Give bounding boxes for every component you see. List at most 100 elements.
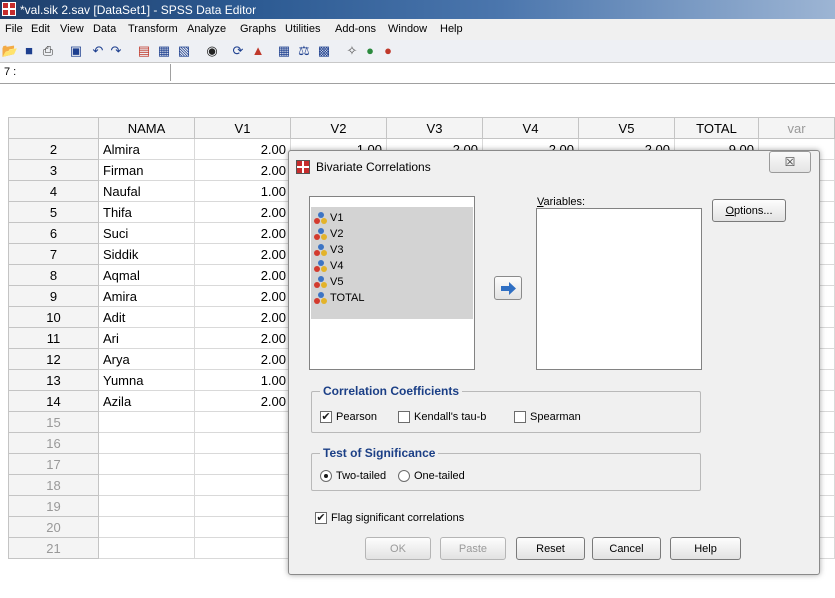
- row-number[interactable]: 15: [8, 411, 99, 433]
- row-number[interactable]: 5: [8, 201, 99, 223]
- undo-icon[interactable]: ↶: [90, 43, 106, 58]
- two-tailed-radio[interactable]: Two-tailed: [320, 470, 386, 482]
- list-item[interactable]: V3: [314, 242, 343, 258]
- menu-edit[interactable]: Edit: [31, 23, 50, 35]
- data-cell[interactable]: [194, 516, 291, 538]
- menu-file[interactable]: File: [5, 23, 23, 35]
- row-number[interactable]: 21: [8, 537, 99, 559]
- corner-cell[interactable]: [8, 117, 99, 139]
- menu-graphs[interactable]: Graphs: [240, 23, 276, 35]
- paste-button[interactable]: Paste: [440, 537, 506, 560]
- data-cell[interactable]: Adit: [98, 306, 195, 328]
- row-number[interactable]: 9: [8, 285, 99, 307]
- data-cell[interactable]: [194, 495, 291, 517]
- data-cell[interactable]: [98, 516, 195, 538]
- menu-view[interactable]: View: [60, 23, 84, 35]
- data-cell[interactable]: Azila: [98, 390, 195, 412]
- weight-cases-icon[interactable]: ⚖: [296, 43, 312, 58]
- list-item[interactable]: V1: [314, 210, 343, 226]
- find-icon[interactable]: ◉: [204, 43, 220, 58]
- data-cell[interactable]: [194, 432, 291, 454]
- insert-cases-icon[interactable]: ⟳: [230, 43, 246, 58]
- column-header[interactable]: V3: [386, 117, 483, 139]
- select-cases-icon[interactable]: ▩: [316, 43, 332, 58]
- menu-transform[interactable]: Transform: [128, 23, 178, 35]
- data-cell[interactable]: Amira: [98, 285, 195, 307]
- reset-button[interactable]: Reset: [516, 537, 585, 560]
- row-number[interactable]: 11: [8, 327, 99, 349]
- menu-help[interactable]: Help: [440, 23, 463, 35]
- row-number[interactable]: 10: [8, 306, 99, 328]
- row-number[interactable]: 13: [8, 369, 99, 391]
- row-number[interactable]: 2: [8, 138, 99, 160]
- data-cell[interactable]: [194, 411, 291, 433]
- pearson-checkbox[interactable]: ✔ Pearson: [320, 411, 377, 423]
- open-folder-icon[interactable]: 📂: [2, 43, 18, 58]
- row-number[interactable]: 14: [8, 390, 99, 412]
- data-cell[interactable]: 2.00: [194, 285, 291, 307]
- data-cell[interactable]: [98, 453, 195, 475]
- variables-icon[interactable]: ▧: [176, 43, 192, 58]
- data-cell[interactable]: [98, 495, 195, 517]
- data-cell[interactable]: [98, 474, 195, 496]
- data-cell[interactable]: Almira: [98, 138, 195, 160]
- row-number[interactable]: 12: [8, 348, 99, 370]
- row-number[interactable]: 8: [8, 264, 99, 286]
- split-file-icon[interactable]: ▦: [276, 43, 292, 58]
- data-cell[interactable]: Arya: [98, 348, 195, 370]
- dialog-recall-icon[interactable]: ▣: [68, 43, 84, 58]
- data-cell[interactable]: [98, 411, 195, 433]
- options-button[interactable]: Options...: [712, 199, 786, 222]
- use-sets-icon[interactable]: ●: [362, 43, 378, 58]
- list-item[interactable]: V5: [314, 274, 343, 290]
- data-cell[interactable]: 2.00: [194, 243, 291, 265]
- list-item[interactable]: V2: [314, 226, 343, 242]
- column-header[interactable]: V2: [290, 117, 387, 139]
- column-header[interactable]: NAMA: [98, 117, 195, 139]
- data-cell[interactable]: 2.00: [194, 159, 291, 181]
- data-cell[interactable]: Thifa: [98, 201, 195, 223]
- list-item[interactable]: V4: [314, 258, 343, 274]
- one-tailed-radio-button[interactable]: [398, 470, 410, 482]
- cancel-button[interactable]: Cancel: [592, 537, 661, 560]
- cell-editor-field[interactable]: [170, 64, 835, 81]
- save-icon[interactable]: ■: [21, 43, 37, 58]
- data-cell[interactable]: [98, 432, 195, 454]
- flag-significant-checkbox[interactable]: ✔ Flag significant correlations: [315, 512, 464, 524]
- column-header[interactable]: var: [758, 117, 835, 139]
- menu-add-ons[interactable]: Add-ons: [335, 23, 376, 35]
- row-number[interactable]: 20: [8, 516, 99, 538]
- menu-data[interactable]: Data: [93, 23, 116, 35]
- dialog-close-button[interactable]: ☒: [769, 151, 811, 173]
- pearson-check-box[interactable]: ✔: [320, 411, 332, 423]
- goto-case-icon[interactable]: ▤: [136, 43, 152, 58]
- data-cell[interactable]: 1.00: [194, 369, 291, 391]
- source-variable-list[interactable]: V1 V2 V3 V4 V5 TOTAL: [309, 196, 475, 370]
- row-number[interactable]: 6: [8, 222, 99, 244]
- data-cell[interactable]: 2.00: [194, 138, 291, 160]
- data-cell[interactable]: [194, 474, 291, 496]
- kendall-check-box[interactable]: [398, 411, 410, 423]
- spearman-check-box[interactable]: [514, 411, 526, 423]
- column-header[interactable]: V5: [578, 117, 675, 139]
- data-cell[interactable]: Yumna: [98, 369, 195, 391]
- row-number[interactable]: 19: [8, 495, 99, 517]
- kendall-checkbox[interactable]: Kendall's tau-b: [398, 411, 486, 423]
- data-cell[interactable]: 2.00: [194, 327, 291, 349]
- menu-window[interactable]: Window: [388, 23, 427, 35]
- data-cell[interactable]: Naufal: [98, 180, 195, 202]
- row-number[interactable]: 16: [8, 432, 99, 454]
- data-cell[interactable]: Ari: [98, 327, 195, 349]
- data-cell[interactable]: [194, 537, 291, 559]
- data-cell[interactable]: 1.00: [194, 180, 291, 202]
- row-number[interactable]: 18: [8, 474, 99, 496]
- insert-variable-icon[interactable]: ▲: [250, 43, 266, 58]
- list-item[interactable]: TOTAL: [314, 290, 364, 306]
- data-cell[interactable]: Firman: [98, 159, 195, 181]
- spss-app-icon[interactable]: [2, 2, 16, 16]
- data-cell[interactable]: 2.00: [194, 306, 291, 328]
- data-cell[interactable]: 2.00: [194, 264, 291, 286]
- show-all-variables-icon[interactable]: ●: [380, 43, 396, 58]
- data-cell[interactable]: 2.00: [194, 348, 291, 370]
- data-cell[interactable]: 2.00: [194, 201, 291, 223]
